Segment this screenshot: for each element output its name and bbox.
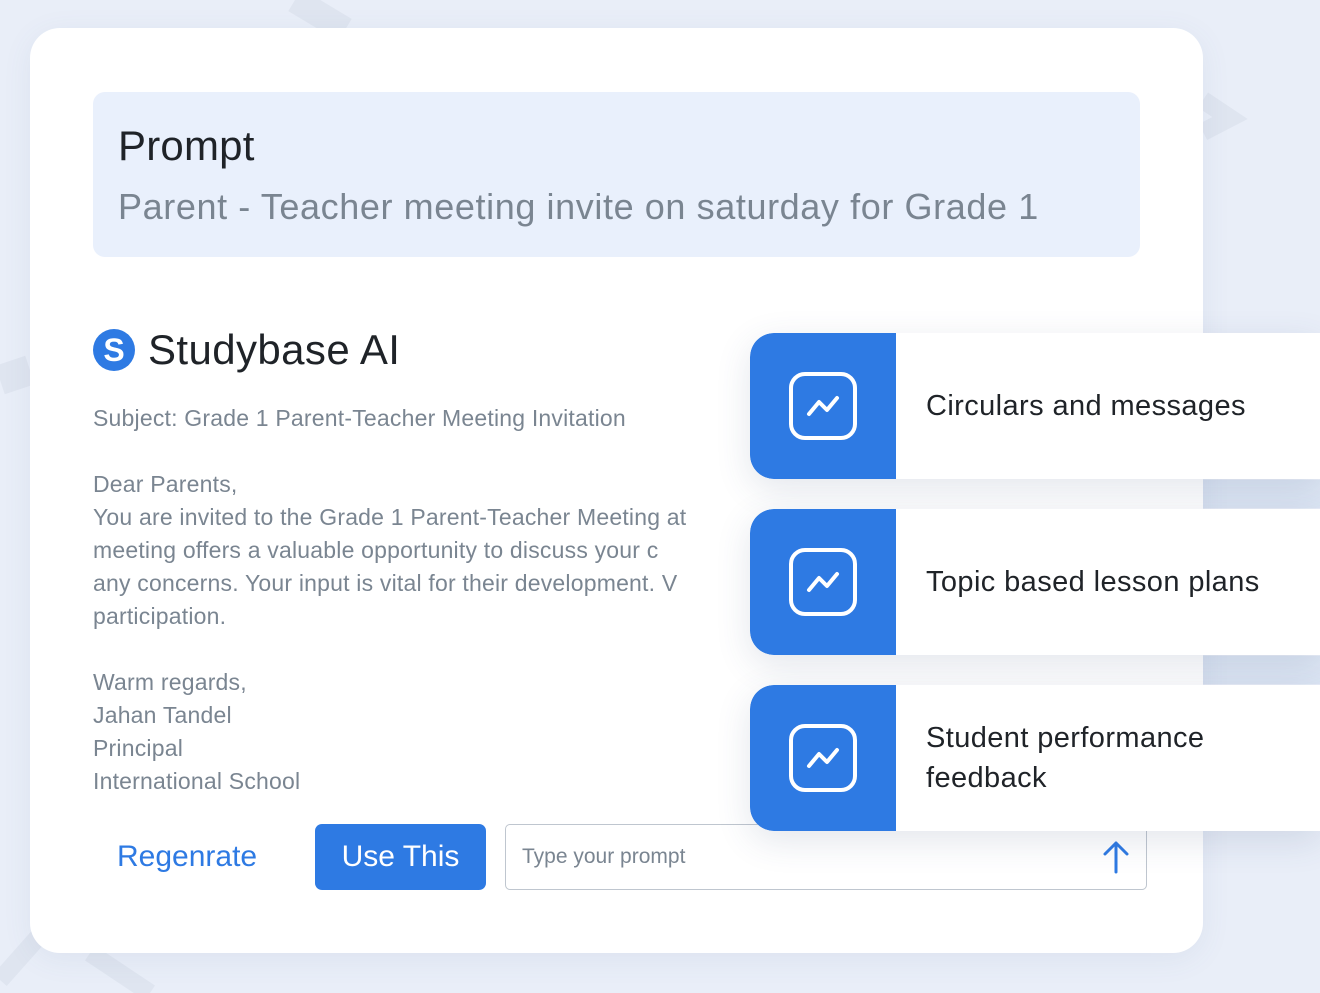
prompt-panel: Prompt Parent - Teacher meeting invite o… [93,92,1140,257]
email-signature-title: Principal [93,735,184,761]
prompt-input-box [505,824,1147,890]
email-subject: Subject: Grade 1 Parent-Teacher Meeting … [93,405,626,431]
studybase-logo-icon: S [93,329,135,371]
use-this-button[interactable]: Use This [315,824,486,890]
prompt-input[interactable] [520,825,1084,889]
email-body-line: You are invited to the Grade 1 Parent-Te… [93,504,687,530]
trend-chart-icon [789,372,857,440]
email-signature-name: Jahan Tandel [93,702,232,728]
arrow-up-send-icon[interactable] [1100,839,1132,875]
email-body-line: any concerns. Your input is vital for th… [93,570,678,596]
trend-chart-icon [789,548,857,616]
feature-label: Student performance feedback [926,722,1205,794]
email-body-line: participation. [93,603,227,629]
email-closing: Warm regards, [93,669,247,695]
feature-icon-box [750,333,896,479]
trend-chart-icon [789,724,857,792]
email-greeting: Dear Parents, [93,471,238,497]
ai-name: Studybase AI [148,326,401,373]
feature-card-circulars[interactable]: Circulars and messages [750,333,1320,479]
email-body-line: meeting offers a valuable opportunity to… [93,537,659,563]
regenerate-button[interactable]: Regenrate [117,840,257,874]
email-signature-org: International School [93,768,301,794]
feature-card-performance-feedback[interactable]: Student performance feedback [750,685,1320,831]
feature-label: Topic based lesson plans [926,566,1260,598]
feature-card-lesson-plans[interactable]: Topic based lesson plans [750,509,1320,655]
prompt-title: Prompt [118,122,255,169]
feature-icon-box [750,685,896,831]
feature-icon-box [750,509,896,655]
prompt-text: Parent - Teacher meeting invite on satur… [118,186,1039,227]
feature-label: Circulars and messages [926,390,1246,422]
ai-header: S Studybase AI [93,326,400,374]
